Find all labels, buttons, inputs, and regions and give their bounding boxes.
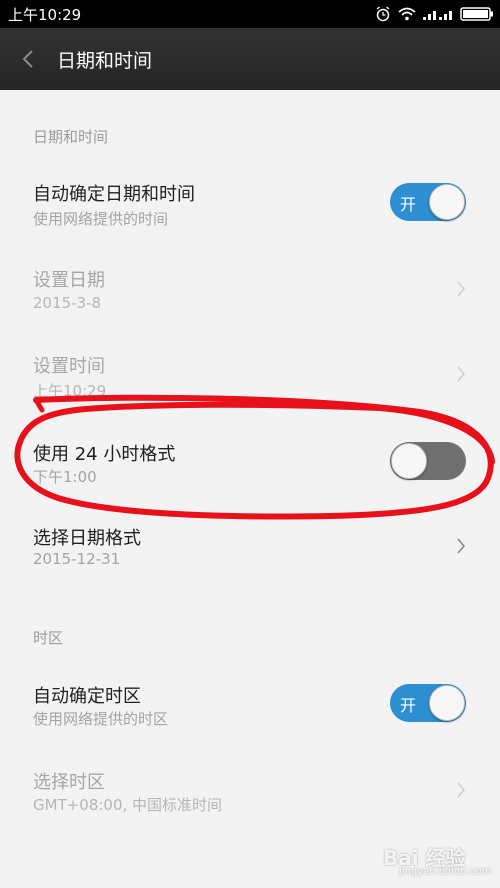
row-title: 设置时间	[33, 356, 105, 377]
row-subtitle: 上午10:29	[33, 382, 107, 400]
auto-timezone-toggle[interactable]: 开	[390, 684, 466, 722]
page-title: 日期和时间	[57, 50, 153, 72]
date-format-row[interactable]: 选择日期格式 2015-12-31	[0, 512, 500, 592]
status-time: 上午10:29	[8, 6, 82, 24]
wifi-icon	[398, 7, 416, 21]
chevron-right-icon	[457, 538, 466, 554]
baidu-watermark: Bai 经验 jingyan.baidu.com	[383, 836, 495, 878]
select-timezone-row[interactable]: 选择时区 GMT+08:00, 中国标准时间	[0, 756, 500, 836]
row-subtitle: 2015-12-31	[33, 550, 121, 568]
section-header-date-time: 日期和时间	[33, 128, 109, 146]
toggle-knob	[429, 685, 465, 721]
watermark-sub: jingyan.baidu.com	[399, 866, 492, 877]
signal-icon	[423, 11, 452, 20]
auto-timezone-row[interactable]: 自动确定时区 使用网络提供的时区 开	[0, 670, 500, 742]
chevron-left-icon[interactable]	[20, 48, 36, 70]
row-subtitle: 2015-3-8	[33, 294, 102, 312]
row-subtitle: 使用网络提供的时间	[33, 210, 169, 228]
status-icons	[375, 4, 494, 24]
use-24h-toggle[interactable]	[390, 442, 466, 480]
chevron-right-icon	[457, 782, 466, 798]
section-header-timezone: 时区	[33, 629, 64, 647]
status-bar: 上午10:29	[0, 0, 500, 28]
toggle-knob	[429, 184, 465, 220]
auto-datetime-row[interactable]: 自动确定日期和时间 使用网络提供的时间 开	[0, 168, 500, 240]
alarm-icon	[376, 6, 390, 22]
chevron-right-icon	[457, 281, 466, 297]
toggle-on-label: 开	[400, 696, 417, 715]
row-subtitle: GMT+08:00, 中国标准时间	[33, 796, 223, 814]
use-24h-row[interactable]: 使用 24 小时格式 下午1:00	[0, 428, 500, 508]
chevron-right-icon	[457, 366, 466, 382]
row-title: 设置日期	[33, 270, 105, 291]
row-title: 选择日期格式	[33, 528, 141, 549]
title-bar: 日期和时间	[0, 28, 500, 90]
row-title: 自动确定日期和时间	[33, 184, 195, 205]
auto-datetime-toggle[interactable]: 开	[390, 183, 466, 221]
row-title: 自动确定时区	[33, 686, 141, 707]
battery-icon	[460, 7, 493, 21]
toggle-on-label: 开	[400, 195, 417, 214]
row-subtitle: 下午1:00	[33, 468, 97, 486]
set-date-row[interactable]: 设置日期 2015-3-8	[0, 252, 500, 332]
set-time-row[interactable]: 设置时间 上午10:29	[0, 342, 500, 422]
row-subtitle: 使用网络提供的时区	[33, 710, 169, 728]
toggle-knob	[391, 443, 427, 479]
row-title: 选择时区	[33, 772, 105, 793]
row-title: 使用 24 小时格式	[33, 444, 176, 465]
